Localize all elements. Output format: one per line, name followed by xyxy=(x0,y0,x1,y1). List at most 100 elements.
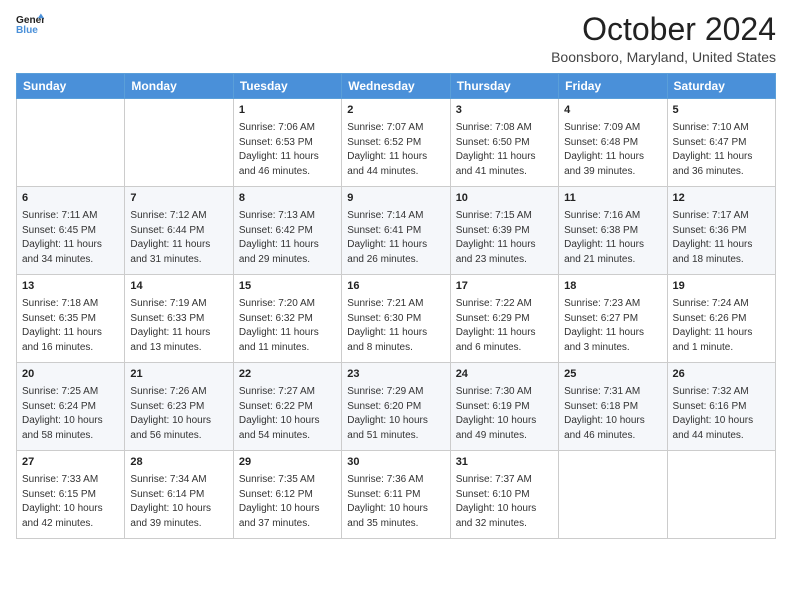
header-cell-saturday: Saturday xyxy=(667,74,775,99)
cell-content: 31Sunrise: 7:37 AMSunset: 6:10 PMDayligh… xyxy=(456,455,553,531)
sunrise-text: Sunrise: 7:24 AM xyxy=(673,297,770,312)
sunrise-text: Sunrise: 7:32 AM xyxy=(673,385,770,400)
day-number: 1 xyxy=(239,103,336,119)
logo: General Blue xyxy=(16,12,44,40)
cell-content: 4Sunrise: 7:09 AMSunset: 6:48 PMDaylight… xyxy=(564,103,661,179)
sunrise-text: Sunrise: 7:09 AM xyxy=(564,121,661,136)
calendar-cell: 19Sunrise: 7:24 AMSunset: 6:26 PMDayligh… xyxy=(667,275,775,363)
sunset-text: Sunset: 6:53 PM xyxy=(239,136,336,151)
daylight-text: Daylight: 11 hours and 23 minutes. xyxy=(456,238,553,267)
calendar-table: SundayMondayTuesdayWednesdayThursdayFrid… xyxy=(16,73,776,539)
cell-content: 23Sunrise: 7:29 AMSunset: 6:20 PMDayligh… xyxy=(347,367,444,443)
sunset-text: Sunset: 6:26 PM xyxy=(673,312,770,327)
cell-content: 18Sunrise: 7:23 AMSunset: 6:27 PMDayligh… xyxy=(564,279,661,355)
daylight-text: Daylight: 10 hours and 54 minutes. xyxy=(239,414,336,443)
sunrise-text: Sunrise: 7:15 AM xyxy=(456,209,553,224)
sunset-text: Sunset: 6:29 PM xyxy=(456,312,553,327)
sunrise-text: Sunrise: 7:06 AM xyxy=(239,121,336,136)
daylight-text: Daylight: 11 hours and 6 minutes. xyxy=(456,326,553,355)
day-number: 9 xyxy=(347,191,444,207)
sunset-text: Sunset: 6:39 PM xyxy=(456,224,553,239)
daylight-text: Daylight: 11 hours and 26 minutes. xyxy=(347,238,444,267)
header-cell-friday: Friday xyxy=(559,74,667,99)
sunset-text: Sunset: 6:36 PM xyxy=(673,224,770,239)
sunset-text: Sunset: 6:33 PM xyxy=(130,312,227,327)
calendar-body: 1 Sunrise: 7:06 AMSunset: 6:53 PM Daylight… xyxy=(17,99,776,539)
daylight-text: Daylight: 11 hours and 21 minutes. xyxy=(564,238,661,267)
sunset-text: Sunset: 6:10 PM xyxy=(456,488,553,503)
header-cell-tuesday: Tuesday xyxy=(233,74,341,99)
cell-content: 7Sunrise: 7:12 AMSunset: 6:44 PMDaylight… xyxy=(130,191,227,267)
cell-content: 29Sunrise: 7:35 AMSunset: 6:12 PMDayligh… xyxy=(239,455,336,531)
cell-content: 25Sunrise: 7:31 AMSunset: 6:18 PMDayligh… xyxy=(564,367,661,443)
calendar-cell: 12Sunrise: 7:17 AMSunset: 6:36 PMDayligh… xyxy=(667,187,775,275)
sunset-text: Sunset: 6:42 PM xyxy=(239,224,336,239)
calendar-cell: 31Sunrise: 7:37 AMSunset: 6:10 PMDayligh… xyxy=(450,451,558,539)
daylight-text: Daylight: 10 hours and 51 minutes. xyxy=(347,414,444,443)
day-number: 27 xyxy=(22,455,119,471)
sunset-text: Sunset: 6:50 PM xyxy=(456,136,553,151)
sunset-text: Sunset: 6:47 PM xyxy=(673,136,770,151)
sunrise-text: Sunrise: 7:22 AM xyxy=(456,297,553,312)
month-title: October 2024 xyxy=(551,12,776,47)
calendar-cell: 24Sunrise: 7:30 AMSunset: 6:19 PMDayligh… xyxy=(450,363,558,451)
cell-content: 16Sunrise: 7:21 AMSunset: 6:30 PMDayligh… xyxy=(347,279,444,355)
calendar-cell: 3Sunrise: 7:08 AMSunset: 6:50 PMDaylight… xyxy=(450,99,558,187)
calendar-cell: 16Sunrise: 7:21 AMSunset: 6:30 PMDayligh… xyxy=(342,275,450,363)
sunset-text: Sunset: 6:45 PM xyxy=(22,224,119,239)
sunset-text: Sunset: 6:20 PM xyxy=(347,400,444,415)
day-number: 29 xyxy=(239,455,336,471)
week-row-2: 6Sunrise: 7:11 AMSunset: 6:45 PMDaylight… xyxy=(17,187,776,275)
day-number: 31 xyxy=(456,455,553,471)
header-row: SundayMondayTuesdayWednesdayThursdayFrid… xyxy=(17,74,776,99)
calendar-cell: 7Sunrise: 7:12 AMSunset: 6:44 PMDaylight… xyxy=(125,187,233,275)
calendar-cell: 21Sunrise: 7:26 AMSunset: 6:23 PMDayligh… xyxy=(125,363,233,451)
sunset-text: Sunset: 6:52 PM xyxy=(347,136,444,151)
sunset-text: Sunset: 6:19 PM xyxy=(456,400,553,415)
cell-content: 11Sunrise: 7:16 AMSunset: 6:38 PMDayligh… xyxy=(564,191,661,267)
sunrise-text: Sunrise: 7:34 AM xyxy=(130,473,227,488)
day-number: 14 xyxy=(130,279,227,295)
week-row-4: 20Sunrise: 7:25 AMSunset: 6:24 PMDayligh… xyxy=(17,363,776,451)
daylight-text: Daylight: 11 hours and 18 minutes. xyxy=(673,238,770,267)
logo-icon: General Blue xyxy=(16,12,44,40)
calendar-cell: 2Sunrise: 7:07 AMSunset: 6:52 PMDaylight… xyxy=(342,99,450,187)
day-number: 16 xyxy=(347,279,444,295)
daylight-text: Daylight: 10 hours and 39 minutes. xyxy=(130,502,227,531)
sunrise-text: Sunrise: 7:27 AM xyxy=(239,385,336,400)
week-row-3: 13Sunrise: 7:18 AMSunset: 6:35 PMDayligh… xyxy=(17,275,776,363)
daylight-text: Daylight: 11 hours and 39 minutes. xyxy=(564,150,661,179)
daylight-text: Daylight: 11 hours and 8 minutes. xyxy=(347,326,444,355)
calendar-cell: 22Sunrise: 7:27 AMSunset: 6:22 PMDayligh… xyxy=(233,363,341,451)
daylight-text: Daylight: 11 hours and 16 minutes. xyxy=(22,326,119,355)
cell-content: 1Sunrise: 7:06 AMSunset: 6:53 PMDaylight… xyxy=(239,103,336,179)
header: General Blue October 2024 Boonsboro, Mar… xyxy=(16,12,776,65)
daylight-text: Daylight: 11 hours and 3 minutes. xyxy=(564,326,661,355)
sunset-text: Sunset: 6:22 PM xyxy=(239,400,336,415)
sunrise-text: Sunrise: 7:31 AM xyxy=(564,385,661,400)
day-number: 26 xyxy=(673,367,770,383)
sunrise-text: Sunrise: 7:26 AM xyxy=(130,385,227,400)
daylight-text: Daylight: 10 hours and 42 minutes. xyxy=(22,502,119,531)
daylight-text: Daylight: 10 hours and 49 minutes. xyxy=(456,414,553,443)
header-cell-sunday: Sunday xyxy=(17,74,125,99)
sunrise-text: Sunrise: 7:07 AM xyxy=(347,121,444,136)
daylight-text: Daylight: 10 hours and 58 minutes. xyxy=(22,414,119,443)
sunrise-text: Sunrise: 7:36 AM xyxy=(347,473,444,488)
week-row-1: 1 Sunrise: 7:06 AMSunset: 6:53 PM Daylight… xyxy=(17,99,776,187)
day-number: 6 xyxy=(22,191,119,207)
calendar-cell: 6Sunrise: 7:11 AMSunset: 6:45 PMDaylight… xyxy=(17,187,125,275)
calendar-cell: 11Sunrise: 7:16 AMSunset: 6:38 PMDayligh… xyxy=(559,187,667,275)
sunset-text: Sunset: 6:32 PM xyxy=(239,312,336,327)
sunset-text: Sunset: 6:18 PM xyxy=(564,400,661,415)
daylight-text: Daylight: 10 hours and 46 minutes. xyxy=(564,414,661,443)
location-title: Boonsboro, Maryland, United States xyxy=(551,49,776,65)
sunrise-text: Sunrise: 7:10 AM xyxy=(673,121,770,136)
sunrise-text: Sunrise: 7:35 AM xyxy=(239,473,336,488)
day-number: 8 xyxy=(239,191,336,207)
calendar-cell xyxy=(559,451,667,539)
day-number: 24 xyxy=(456,367,553,383)
cell-content: 30Sunrise: 7:36 AMSunset: 6:11 PMDayligh… xyxy=(347,455,444,531)
daylight-text: Daylight: 11 hours and 1 minute. xyxy=(673,326,770,355)
sunrise-text: Sunrise: 7:13 AM xyxy=(239,209,336,224)
